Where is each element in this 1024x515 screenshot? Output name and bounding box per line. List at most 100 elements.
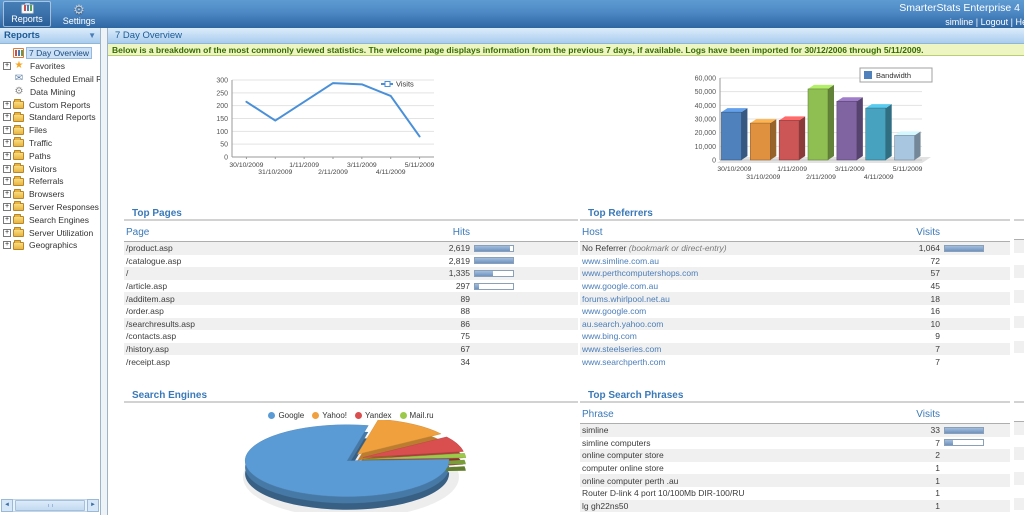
chevron-down-icon[interactable]: ▼ bbox=[88, 28, 96, 43]
host-link[interactable]: www.perthcomputershops.com bbox=[582, 268, 898, 278]
table-row: lg gh22ns501 bbox=[580, 500, 1010, 513]
expand-icon[interactable]: + bbox=[3, 229, 11, 237]
table-row: /contacts.asp75 bbox=[124, 330, 578, 343]
folder-icon bbox=[13, 139, 24, 147]
user-link-logout[interactable]: Logout bbox=[981, 17, 1009, 27]
row-value: 88 bbox=[428, 306, 470, 316]
user-link-simline[interactable]: simline bbox=[945, 17, 973, 27]
svg-text:1/11/2009: 1/11/2009 bbox=[777, 166, 807, 173]
sidebar-item-visitors[interactable]: +Visitors bbox=[0, 162, 100, 175]
scroll-left-arrow[interactable]: ◄ bbox=[1, 499, 13, 512]
scroll-right-arrow[interactable]: ► bbox=[87, 499, 99, 512]
section-title: Top Referrers bbox=[580, 208, 1010, 221]
svg-text:4/11/2009: 4/11/2009 bbox=[376, 169, 406, 176]
table-row: /article.asp297 bbox=[124, 280, 578, 293]
sidebar-item-label: Scheduled Email Reports bbox=[28, 74, 100, 84]
expand-icon[interactable]: + bbox=[3, 190, 11, 198]
sidebar-item-files[interactable]: +Files bbox=[0, 124, 100, 137]
host-link[interactable]: www.simline.com.au bbox=[582, 256, 898, 266]
table-row: /catalogue.asp2,819 bbox=[124, 255, 578, 268]
legend-item-google: Google bbox=[268, 411, 304, 420]
panel-splitter[interactable] bbox=[100, 28, 108, 515]
host-link[interactable]: forums.whirlpool.net.au bbox=[582, 294, 898, 304]
column-header-visits: Visits bbox=[916, 227, 940, 238]
host-link[interactable]: www.google.com.au bbox=[582, 281, 898, 291]
table-row: simline computers7 bbox=[580, 437, 1010, 450]
settings-toolbar-button[interactable]: ⚙ Settings bbox=[55, 1, 103, 27]
sidebar-item-geographics[interactable]: +Geographics bbox=[0, 239, 100, 252]
row-label: /contacts.asp bbox=[126, 331, 428, 341]
row-value: 9 bbox=[898, 331, 940, 341]
sidebar-item-data-mining[interactable]: ⚙Data Mining bbox=[0, 85, 100, 98]
sidebar-item-standard-reports[interactable]: +Standard Reports bbox=[0, 111, 100, 124]
value-bar bbox=[944, 439, 984, 446]
folder-icon bbox=[13, 191, 24, 199]
value-bar bbox=[474, 245, 514, 252]
table-row: online computer store2 bbox=[580, 449, 1010, 462]
table-row: /history.asp67 bbox=[124, 343, 578, 356]
reports-sidebar: 7 Day Overview+★Favorites✉Scheduled Emai… bbox=[0, 44, 100, 515]
reports-toolbar-button[interactable]: Reports bbox=[3, 1, 51, 27]
svg-text:0: 0 bbox=[712, 158, 716, 165]
sidebar-item-server-responses[interactable]: + Server Responses bbox=[0, 201, 100, 214]
host-link[interactable]: www.bing.com bbox=[582, 331, 898, 341]
sidebar-item-scheduled-email-reports[interactable]: ✉Scheduled Email Reports bbox=[0, 73, 100, 86]
expand-icon[interactable]: + bbox=[3, 177, 11, 185]
column-header-page: Page bbox=[126, 227, 149, 238]
sidebar-item-traffic[interactable]: +Traffic bbox=[0, 137, 100, 150]
row-value: 34 bbox=[428, 357, 470, 367]
table-row: /order.asp88 bbox=[124, 305, 578, 318]
table-header: HostVisits bbox=[580, 221, 1010, 242]
expand-icon[interactable]: + bbox=[3, 152, 11, 160]
host-link[interactable]: www.searchperth.com bbox=[582, 357, 898, 367]
expand-icon[interactable]: + bbox=[3, 62, 11, 70]
row-value: 2,819 bbox=[428, 256, 470, 266]
sidebar-item-server-utilization[interactable]: +Server Utilization bbox=[0, 226, 100, 239]
sidebar-item-paths[interactable]: +Paths bbox=[0, 149, 100, 162]
host-link[interactable]: www.steelseries.com bbox=[582, 344, 898, 354]
table-header: PageHits bbox=[124, 221, 578, 242]
expand-icon[interactable]: + bbox=[3, 126, 11, 134]
svg-text:40,000: 40,000 bbox=[695, 103, 717, 110]
scrollbar-track[interactable] bbox=[13, 499, 87, 512]
sidebar-item-label: Server Responses bbox=[27, 202, 100, 212]
user-link-help[interactable]: Help bbox=[1015, 17, 1024, 27]
sidebar-item-browsers[interactable]: +Browsers bbox=[0, 188, 100, 201]
row-value: 16 bbox=[898, 306, 940, 316]
expand-icon[interactable]: + bbox=[3, 113, 11, 121]
row-label: online computer store bbox=[582, 450, 898, 460]
row-label: lg gh22ns50 bbox=[582, 501, 898, 511]
sidebar-item-search-engines[interactable]: +Search Engines bbox=[0, 213, 100, 226]
table-row: computer online store1 bbox=[580, 462, 1010, 475]
expand-icon[interactable]: + bbox=[3, 216, 11, 224]
sidebar-item-referrals[interactable]: + Referrals bbox=[0, 175, 100, 188]
page-title: 7 Day Overview bbox=[108, 28, 1024, 44]
folder-icon bbox=[13, 178, 24, 186]
sidebar-panel-header[interactable]: ▼ Reports bbox=[0, 28, 100, 44]
svg-text:31/10/2009: 31/10/2009 bbox=[258, 169, 292, 176]
expand-icon[interactable]: + bbox=[3, 139, 11, 147]
expand-icon[interactable]: + bbox=[3, 165, 11, 173]
sidebar-item-7-day-overview[interactable]: 7 Day Overview bbox=[0, 47, 100, 60]
svg-text:3/11/2009: 3/11/2009 bbox=[347, 162, 377, 169]
scrollbar-thumb[interactable] bbox=[15, 500, 85, 511]
folder-icon bbox=[13, 114, 24, 122]
gear-icon: ⚙ bbox=[73, 4, 85, 16]
svg-text:31/10/2009: 31/10/2009 bbox=[746, 174, 780, 181]
folder-icon bbox=[13, 203, 24, 211]
sidebar-item-label: Referrals bbox=[27, 176, 65, 186]
host-link[interactable]: www.google.com bbox=[582, 306, 898, 316]
table-row: www.google.com.au45 bbox=[580, 280, 1010, 293]
sidebar-horizontal-scrollbar: ◄ ► bbox=[1, 499, 99, 512]
sidebar-item-custom-reports[interactable]: +Custom Reports bbox=[0, 98, 100, 111]
expand-icon[interactable]: + bbox=[3, 203, 11, 211]
expand-icon[interactable]: + bbox=[3, 101, 11, 109]
folder-icon bbox=[13, 152, 24, 160]
host-link[interactable]: au.search.yahoo.com bbox=[582, 319, 898, 329]
cropped-table-sliver bbox=[1014, 390, 1024, 510]
email-icon: ✉ bbox=[13, 74, 25, 84]
expand-icon[interactable]: + bbox=[3, 241, 11, 249]
sidebar-item-favorites[interactable]: +★Favorites bbox=[0, 60, 100, 73]
legend-dot bbox=[268, 412, 275, 419]
table-row: www.perthcomputershops.com57 bbox=[580, 267, 1010, 280]
